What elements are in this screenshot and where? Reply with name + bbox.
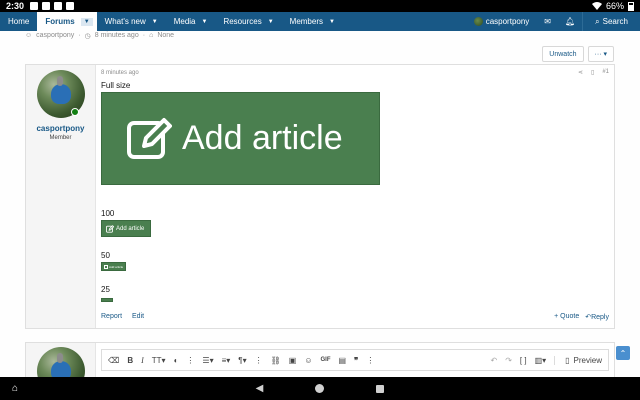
chevron-down-icon[interactable]: ▼: [80, 17, 93, 26]
editor-toolbar: ⌫ B I TT▾ ◐ ⋮ ☰▾ ≡▾ ¶▾ ⋮ ⛓ ▣ ☺ GIF ▤ ❞ ⋮…: [101, 349, 609, 371]
full-size-label: Full size: [101, 81, 131, 90]
more-options-button[interactable]: ··· ▾: [587, 46, 614, 62]
search-button[interactable]: ⌕ Search: [582, 12, 640, 31]
post-number[interactable]: #1: [602, 69, 609, 76]
download-icon: [66, 2, 75, 10]
report-link[interactable]: Report: [101, 313, 122, 321]
reply-link[interactable]: ↶Reply: [585, 313, 609, 321]
add-article-image-full: Add article: [101, 92, 380, 185]
list-icon[interactable]: ☰▾: [202, 356, 213, 365]
redo-icon[interactable]: ↷: [505, 356, 512, 365]
quote-link[interactable]: + Quote: [554, 313, 579, 321]
more-text-icon[interactable]: ⋮: [186, 356, 194, 365]
preview-button[interactable]: ▯ Preview: [554, 355, 602, 365]
battery-percent: 66%: [605, 1, 624, 11]
clock-icon: ◷: [84, 33, 91, 40]
notification-icon: [30, 2, 39, 10]
inbox-icon[interactable]: ✉: [537, 17, 558, 26]
nav-home[interactable]: Home: [0, 12, 37, 31]
tag-icon: ⌂: [149, 32, 154, 39]
post-username[interactable]: casportpony: [36, 124, 84, 133]
chevron-down-icon[interactable]: ▼: [202, 19, 208, 25]
undo-icon[interactable]: ↶: [490, 356, 497, 365]
nav-whats-new[interactable]: What's new ▼: [97, 12, 166, 31]
post-footer: Report Edit + Quote ↶Reply: [101, 313, 609, 321]
back-icon[interactable]: ◀: [256, 383, 264, 394]
avatar: [37, 347, 85, 381]
nav-resources[interactable]: Resources ▼: [215, 12, 281, 31]
gif-icon[interactable]: GIF: [320, 357, 330, 363]
search-icon: ⌕: [595, 16, 600, 26]
thread-author[interactable]: casportpony: [36, 32, 74, 40]
scroll-to-top-button[interactable]: ⌃: [616, 346, 630, 360]
post-user-panel: casportpony Member: [26, 65, 96, 328]
post-body: Full size Add article 100 Add article 50: [101, 81, 609, 302]
online-icon: [70, 108, 79, 116]
b-app-icon: [54, 2, 63, 10]
add-article-image-25: [101, 298, 113, 302]
thread-actions: Unwatch ··· ▾: [542, 46, 614, 62]
edit-icon: [127, 117, 172, 159]
bold-icon[interactable]: B: [127, 356, 133, 365]
clock: 2:30: [6, 1, 25, 11]
bell-icon[interactable]: 🔔︎: [558, 17, 582, 26]
user-icon: ☺: [25, 32, 33, 39]
chevron-down-icon[interactable]: ▼: [152, 19, 158, 25]
size-label-50: 50: [101, 251, 110, 260]
eraser-icon[interactable]: ⌫: [108, 356, 119, 365]
drafts-icon[interactable]: ▥▾: [535, 356, 547, 365]
chevron-down-icon[interactable]: ▼: [329, 19, 335, 25]
user-title: Member: [49, 135, 72, 141]
chevron-up-icon: ⌃: [619, 348, 627, 358]
warning-icon: [42, 2, 51, 10]
recents-icon[interactable]: [376, 384, 385, 393]
media-icon[interactable]: ▤: [338, 356, 346, 365]
home-launcher-icon[interactable]: ⌂: [12, 383, 18, 394]
home-icon[interactable]: [315, 384, 325, 393]
forum-navbar: Home Forums ▼ What's new ▼ Media ▼ Resource…: [0, 12, 640, 31]
post-main: 8 minutes ago ⋖ ▯ #1 Full size Add artic…: [96, 65, 614, 328]
align-icon[interactable]: ≡▾: [222, 356, 231, 365]
image-icon[interactable]: ▣: [289, 356, 297, 365]
link-icon[interactable]: ⛓: [271, 356, 281, 365]
edit-icon: [104, 264, 108, 269]
edit-icon: [106, 224, 114, 233]
thread-meta: ☺ casportpony · ◷ 8 minutes ago · ⌂ None: [25, 32, 175, 40]
more-insert-icon[interactable]: ⋮: [366, 356, 374, 365]
wifi-icon: [591, 2, 602, 10]
account-link[interactable]: casportpony: [466, 17, 538, 26]
chevron-down-icon[interactable]: ▼: [268, 19, 274, 25]
battery-icon: [628, 1, 634, 11]
share-icon[interactable]: ⋖: [578, 69, 583, 76]
quick-reply: ⌫ B I TT▾ ◐ ⋮ ☰▾ ≡▾ ¶▾ ⋮ ⛓ ▣ ☺ GIF ▤ ❞ ⋮…: [25, 342, 615, 382]
nav-forums[interactable]: Forums ▼: [37, 12, 97, 31]
add-article-image-100: Add article: [101, 220, 151, 237]
size-label-25: 25: [101, 285, 110, 294]
android-status-bar: 2:30 66%: [0, 0, 640, 12]
smiley-icon[interactable]: ☺: [304, 356, 312, 365]
bbcode-icon[interactable]: [ ]: [520, 356, 527, 365]
bookmark-icon[interactable]: ▯: [591, 69, 594, 76]
post-time[interactable]: 8 minutes ago: [101, 70, 139, 76]
more-para-icon[interactable]: ⋮: [255, 356, 263, 365]
post: casportpony Member 8 minutes ago ⋖ ▯ #1 …: [25, 64, 615, 329]
size-label-100: 100: [101, 209, 115, 218]
palette-icon[interactable]: ◐: [174, 356, 179, 365]
italic-icon[interactable]: I: [141, 356, 144, 365]
avatar: [473, 17, 483, 26]
paragraph-icon[interactable]: ¶▾: [238, 356, 246, 365]
edit-link[interactable]: Edit: [132, 313, 144, 321]
add-article-image-50: Add article: [101, 262, 126, 271]
unwatch-button[interactable]: Unwatch: [542, 46, 584, 62]
thread-tags: None: [157, 32, 175, 39]
text-size-icon[interactable]: TT▾: [152, 356, 166, 365]
nav-members[interactable]: Members ▼: [282, 12, 343, 31]
thread-time[interactable]: 8 minutes ago: [95, 32, 139, 40]
document-icon: ▯: [565, 355, 570, 365]
nav-media[interactable]: Media ▼: [166, 12, 216, 31]
android-nav-bar: ⌂ ◀: [0, 377, 640, 400]
quote-icon[interactable]: ❞: [354, 356, 358, 365]
